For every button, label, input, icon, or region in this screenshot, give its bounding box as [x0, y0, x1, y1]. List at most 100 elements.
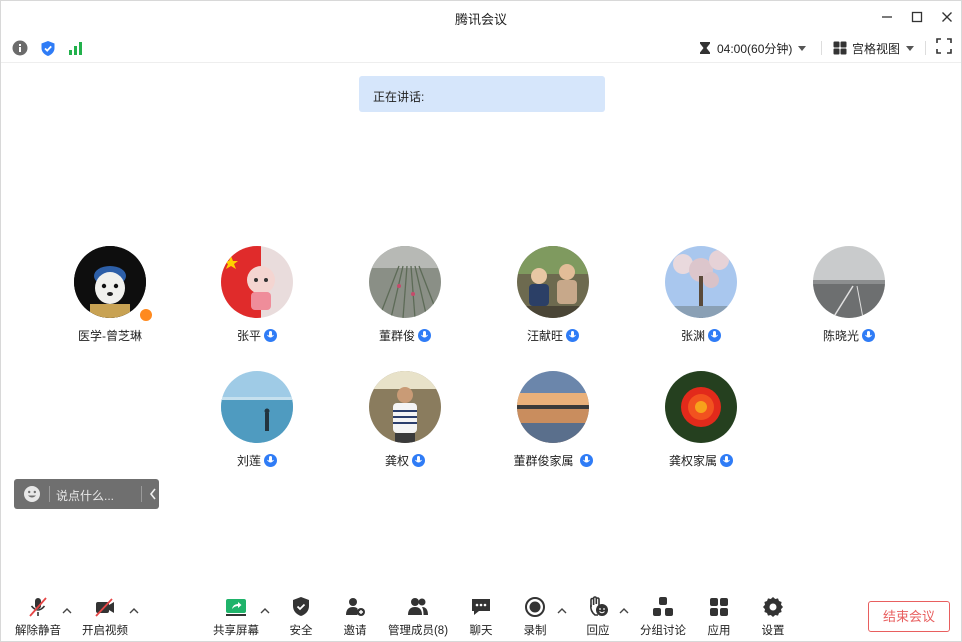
members-icon [408, 598, 428, 615]
settings-label: 设置 [761, 625, 785, 637]
participant-tile[interactable]: 张渊 [627, 246, 775, 343]
participant-name: 张平 [236, 328, 261, 343]
avatar-image-grass-field [369, 246, 441, 318]
close-icon [942, 12, 952, 22]
chevron-up-icon[interactable] [128, 606, 140, 616]
meeting-info-button[interactable] [11, 39, 29, 57]
end-meeting-button[interactable]: 结束会议 [868, 601, 950, 632]
add-user-icon [346, 598, 365, 616]
info-icon [12, 40, 28, 56]
fullscreen-icon [936, 38, 952, 54]
reactions-label: 回应 [586, 625, 610, 637]
avatar [369, 371, 441, 443]
avatar-image-children [517, 246, 589, 318]
chevron-up-icon[interactable] [61, 606, 73, 616]
close-button[interactable] [937, 7, 957, 27]
host-badge-icon [139, 308, 153, 322]
participant-tile[interactable]: 董群俊 [331, 246, 479, 343]
participant-name: 董群俊 [378, 328, 415, 343]
hourglass-icon [700, 42, 710, 54]
apps-grid-icon [710, 598, 728, 616]
participant-tile[interactable]: 医学-曾芝琳 [36, 246, 184, 343]
chevron-up-icon[interactable] [259, 606, 271, 616]
participant-tile[interactable]: 张平 [183, 246, 331, 343]
microphone-muted-icon [29, 597, 47, 617]
avatar [74, 246, 146, 318]
unmute-label: 解除静音 [15, 625, 61, 637]
microphone-icon [579, 453, 593, 467]
avatar [221, 371, 293, 443]
avatar-image-man-striped-shirt [369, 371, 441, 443]
avatar-image-foggy-road [813, 246, 885, 318]
chevron-up-icon[interactable] [556, 606, 568, 616]
avatar [813, 246, 885, 318]
gear-icon [763, 597, 783, 617]
title-bar: 腾讯会议 [1, 1, 961, 33]
chat-placeholder: 说点什么... [56, 489, 115, 503]
unmute-button[interactable]: 解除静音 [15, 595, 61, 639]
participant-tile[interactable]: 董群俊家属 [479, 371, 627, 468]
invite-label: 邀请 [343, 625, 367, 637]
chevron-left-icon[interactable] [148, 487, 158, 501]
chat-input[interactable]: 说点什么... [14, 479, 159, 509]
apps-button[interactable]: 应用 [703, 595, 735, 639]
minimize-button[interactable] [877, 7, 897, 27]
chat-label: 聊天 [469, 625, 493, 637]
participant-tile[interactable]: 龚权 [331, 371, 479, 468]
record-button[interactable]: 录制 [519, 595, 551, 639]
microphone-icon [566, 328, 579, 342]
record-icon [525, 597, 545, 617]
minimize-icon [882, 16, 892, 18]
microphone-icon [720, 453, 733, 467]
share-screen-button[interactable]: 共享屏幕 [212, 595, 260, 639]
view-mode-dropdown[interactable]: 宫格视图 [833, 39, 915, 57]
breakout-rooms-button[interactable]: 分组讨论 [638, 595, 688, 639]
fullscreen-button[interactable] [936, 38, 954, 56]
settings-button[interactable]: 设置 [757, 595, 789, 639]
video-off-icon [95, 598, 114, 617]
avatar-image-sea-person [221, 371, 293, 443]
invite-button[interactable]: 邀请 [339, 595, 371, 639]
start-video-label: 开启视频 [82, 625, 128, 637]
chevron-up-icon[interactable] [618, 606, 630, 616]
chat-bubble-icon [472, 599, 490, 615]
view-mode-label: 宫格视图 [852, 41, 901, 56]
active-speaker-label: 正在讲话: [373, 90, 425, 104]
chat-button[interactable]: 聊天 [465, 595, 497, 639]
share-screen-label: 共享屏幕 [213, 625, 259, 637]
avatar-image-sunset [517, 371, 589, 443]
active-speaker-banner: 正在讲话: [359, 76, 605, 112]
maximize-button[interactable] [907, 7, 927, 27]
avatar [517, 246, 589, 318]
microphone-icon [264, 453, 277, 467]
divider [141, 486, 142, 502]
manage-members-button[interactable]: 管理成员(8) [387, 595, 449, 639]
avatar-image-dog [74, 246, 146, 318]
participant-name: 陈晓光 [822, 328, 859, 343]
participant-name: 董群俊家属 [513, 453, 574, 468]
meeting-timer[interactable]: 04:00(60分钟) [699, 39, 807, 57]
timer-label: 04:00(60分钟) [717, 41, 793, 56]
signal-bars-icon [69, 42, 82, 55]
participant-tile[interactable]: 刘莲 [183, 371, 331, 468]
participant-tile[interactable]: 陈晓光 [775, 246, 923, 343]
start-video-button[interactable]: 开启视频 [82, 595, 128, 639]
divider [821, 41, 822, 55]
participant-name: 医学-曾芝琳 [78, 328, 142, 343]
microphone-icon [418, 328, 431, 342]
breakout-rooms-label: 分组讨论 [640, 625, 686, 637]
reactions-button[interactable]: 回应 [582, 595, 614, 639]
emoji-icon[interactable] [23, 485, 41, 503]
participant-tile[interactable]: 龚权家属 [627, 371, 775, 468]
security-status-button[interactable] [39, 39, 57, 57]
shield-check-icon [41, 40, 55, 56]
network-status-button[interactable] [67, 39, 85, 57]
chevron-down-icon [798, 45, 807, 51]
participant-name: 龚权 [384, 453, 409, 468]
microphone-icon [264, 328, 277, 342]
security-button[interactable]: 安全 [285, 595, 317, 639]
participant-name: 汪献旺 [526, 328, 563, 343]
divider [925, 41, 926, 55]
hand-raise-icon [590, 596, 608, 616]
participant-tile[interactable]: 汪献旺 [479, 246, 627, 343]
